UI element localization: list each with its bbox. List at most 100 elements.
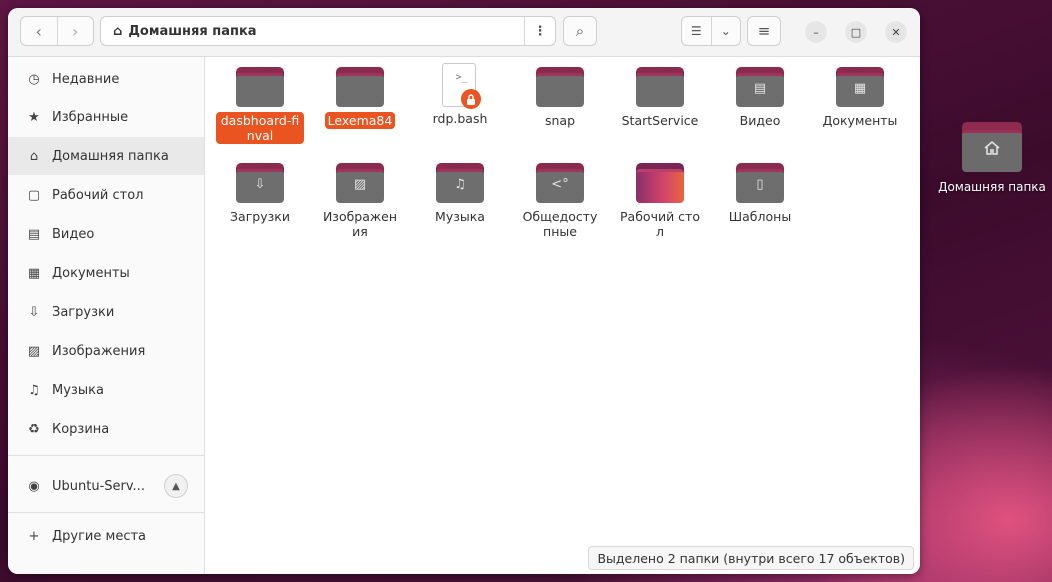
- documents-folder-icon: ▦: [836, 67, 884, 107]
- eject-button[interactable]: ▲: [164, 474, 188, 498]
- hamburger-icon: ≡: [757, 22, 771, 40]
- script-file-icon: >_: [442, 63, 481, 109]
- image-icon: ▨: [27, 343, 41, 359]
- folder-icon: [336, 67, 384, 107]
- status-bar: Выделено 2 папки (внутри всего 17 объект…: [588, 546, 914, 570]
- desktop-home-label: Домашняя папка: [938, 180, 1046, 194]
- sidebar-item-label: Избранные: [52, 109, 129, 125]
- sidebar-item-label: Рабочий стол: [52, 187, 144, 203]
- plus-icon: +: [28, 528, 40, 544]
- folder-item[interactable]: ▨ Изображения: [315, 163, 405, 240]
- home-folder-icon: [962, 122, 1022, 172]
- lock-icon: [461, 89, 481, 109]
- item-label: Lexema84: [324, 112, 396, 129]
- item-label: Изображения: [322, 209, 398, 239]
- path-location[interactable]: ⌂ Домашняя папка: [101, 17, 524, 45]
- folder-item[interactable]: snap: [515, 67, 605, 129]
- sidebar-item-other-locations[interactable]: + Другие места: [8, 517, 204, 555]
- folder-item[interactable]: dasbhoard-finval: [215, 67, 305, 144]
- maximize-button[interactable]: □: [845, 21, 867, 43]
- sidebar-item-music[interactable]: ♫ Музыка: [8, 371, 204, 409]
- headerbar: ‹ › ⌂ Домашняя папка ⋮ ⌕ ☰ ⌄ ≡ – □ ✕: [8, 8, 920, 57]
- item-label: Рабочий стол: [620, 209, 700, 239]
- trash-icon: ♻: [28, 421, 40, 437]
- film-icon: ▤: [27, 226, 41, 242]
- sidebar-item-label: Корзина: [52, 421, 110, 437]
- pictures-folder-icon: ▨: [336, 163, 384, 203]
- view-options-button[interactable]: ⌄: [710, 17, 741, 45]
- search-icon: ⌕: [575, 22, 585, 40]
- folder-item[interactable]: Рабочий стол: [615, 163, 705, 240]
- sidebar-item-videos[interactable]: ▤ Видео: [8, 215, 204, 253]
- folder-item[interactable]: ▯ Шаблоны: [715, 163, 805, 225]
- share-folder-icon: <°: [536, 163, 584, 203]
- sidebar-separator: [8, 455, 204, 456]
- sidebar-item-label: Домашняя папка: [52, 148, 169, 164]
- file-item[interactable]: >_ rdp.bash: [415, 63, 505, 127]
- star-icon: ★: [28, 109, 40, 125]
- sidebar-item-starred[interactable]: ★ Избранные: [8, 98, 204, 136]
- item-label: StartService: [621, 113, 699, 128]
- sidebar-item-label: Загрузки: [52, 304, 115, 320]
- folder-icon: [536, 67, 584, 107]
- item-label: snap: [544, 113, 576, 128]
- sidebar-item-label: Видео: [52, 226, 95, 242]
- file-grid: dasbhoard-finval Lexema84 >_ rdp.bash sn…: [205, 57, 920, 574]
- sidebar-item-label: Музыка: [52, 382, 104, 398]
- item-label: Музыка: [435, 209, 485, 224]
- desktop-folder-icon: [636, 163, 684, 203]
- view-buttons: ☰ ⌄: [681, 16, 741, 46]
- sidebar-item-drive[interactable]: ◉ Ubuntu-Serv... ▲: [8, 467, 204, 505]
- music-icon: ♫: [28, 382, 40, 398]
- folder-item[interactable]: ▦ Документы: [815, 67, 905, 129]
- item-label: Видео: [739, 113, 781, 128]
- folder-item[interactable]: ♫ Музыка: [415, 163, 505, 225]
- item-label: Загрузки: [230, 209, 290, 224]
- item-label: Общедоступные: [522, 209, 598, 239]
- folder-item[interactable]: ▤ Видео: [715, 67, 805, 129]
- list-view-button[interactable]: ☰: [682, 17, 711, 45]
- folder-item[interactable]: ⇩ Загрузки: [215, 163, 305, 225]
- sidebar-item-label: Изображения: [52, 343, 146, 359]
- videos-folder-icon: ▤: [736, 67, 784, 107]
- sidebar-item-desktop[interactable]: ▢ Рабочий стол: [8, 176, 204, 214]
- path-menu-button[interactable]: ⋮: [524, 17, 555, 45]
- folder-item[interactable]: StartService: [615, 67, 705, 129]
- downloads-folder-icon: ⇩: [236, 163, 284, 203]
- sidebar-item-label: Документы: [52, 265, 130, 281]
- path-bar[interactable]: ⌂ Домашняя папка ⋮: [100, 16, 556, 46]
- main-menu-button[interactable]: ≡: [747, 16, 781, 46]
- forward-button[interactable]: ›: [56, 17, 94, 45]
- folder-icon: [236, 67, 284, 107]
- sidebar-item-home[interactable]: ⌂ Домашняя папка: [8, 137, 204, 175]
- drive-icon: ◉: [28, 478, 40, 494]
- status-text: Выделено 2 папки (внутри всего 17 объект…: [597, 550, 905, 566]
- sidebar-item-label: Недавние: [52, 71, 120, 87]
- templates-folder-icon: ▯: [736, 163, 784, 203]
- desktop-home-folder[interactable]: Домашняя папка: [932, 122, 1052, 194]
- folder-item[interactable]: <° Общедоступные: [515, 163, 605, 240]
- clock-icon: ◷: [28, 71, 40, 87]
- back-button[interactable]: ‹: [21, 17, 57, 45]
- sidebar-item-pictures[interactable]: ▨ Изображения: [8, 332, 204, 370]
- sidebar-item-label: Ubuntu-Serv...: [52, 478, 145, 494]
- item-label: Документы: [822, 113, 898, 128]
- document-icon: ▦: [27, 265, 41, 281]
- folder-icon: [636, 67, 684, 107]
- minimize-button[interactable]: –: [805, 21, 827, 43]
- file-manager-window: ‹ › ⌂ Домашняя папка ⋮ ⌕ ☰ ⌄ ≡ – □ ✕ ◷ Н…: [8, 8, 920, 574]
- home-icon: ⌂: [113, 23, 123, 39]
- sidebar: ◷ Недавние ★ Избранные ⌂ Домашняя папка …: [8, 57, 205, 574]
- home-icon: ⌂: [29, 148, 39, 164]
- search-button[interactable]: ⌕: [563, 16, 597, 46]
- sidebar-separator: [8, 512, 204, 513]
- close-button[interactable]: ✕: [885, 21, 907, 43]
- folder-item[interactable]: Lexema84: [315, 67, 405, 129]
- sidebar-item-documents[interactable]: ▦ Документы: [8, 254, 204, 292]
- sidebar-item-recent[interactable]: ◷ Недавние: [8, 60, 204, 98]
- sidebar-item-downloads[interactable]: ⇩ Загрузки: [8, 293, 204, 331]
- download-icon: ⇩: [28, 304, 40, 320]
- sidebar-item-trash[interactable]: ♻ Корзина: [8, 410, 204, 448]
- path-location-label: Домашняя папка: [128, 23, 257, 39]
- music-folder-icon: ♫: [436, 163, 484, 203]
